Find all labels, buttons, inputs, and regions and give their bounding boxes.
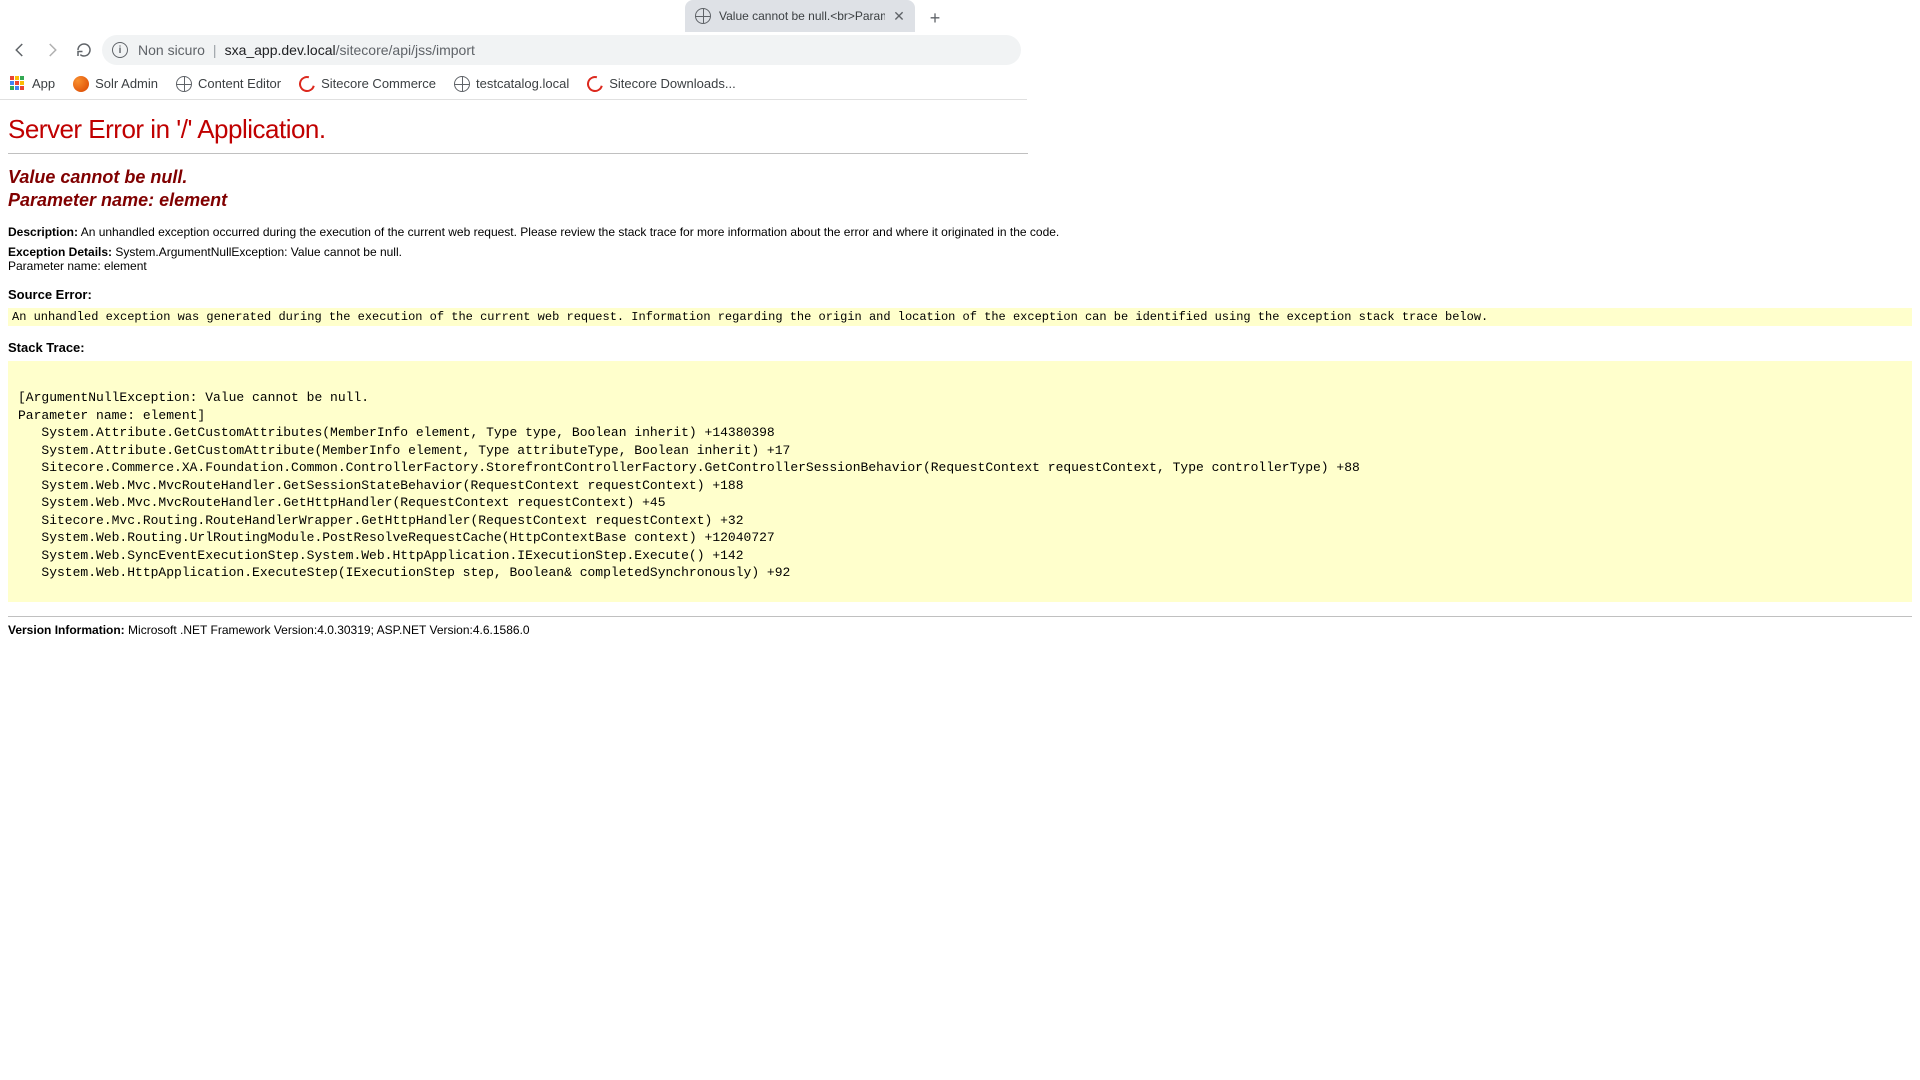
tab-title: Value cannot be null.<br>Parame [719, 9, 885, 23]
new-tab-button[interactable]: + [921, 4, 949, 32]
exception-label: Exception Details: [8, 245, 112, 259]
source-error-label: Source Error: [8, 287, 1912, 302]
toolbar: i Non sicuro | sxa_app.dev.local/sitecor… [0, 32, 1027, 68]
url-host: sxa_app.dev.local [225, 42, 336, 58]
stack-trace-label: Stack Trace: [8, 340, 1912, 355]
close-icon[interactable]: ✕ [891, 8, 907, 24]
bookmark-label: Sitecore Commerce [321, 76, 436, 91]
browser-chrome: Value cannot be null.<br>Parame ✕ + i No… [0, 0, 1027, 100]
bookmark-label: Solr Admin [95, 76, 158, 91]
address-bar[interactable]: i Non sicuro | sxa_app.dev.local/sitecor… [102, 35, 1021, 65]
reload-button[interactable] [70, 36, 98, 64]
back-button[interactable] [6, 36, 34, 64]
description-label: Description: [8, 225, 78, 239]
globe-icon [454, 76, 470, 92]
exception-text: System.ArgumentNullException: Value cann… [115, 245, 402, 259]
version-line: Version Information: Microsoft .NET Fram… [8, 623, 1912, 637]
bookmark-sitecore-downloads[interactable]: Sitecore Downloads... [587, 76, 735, 92]
bookmarks-bar: App Solr Admin Content Editor Sitecore C… [0, 68, 1027, 100]
info-icon: i [112, 42, 128, 58]
bookmark-sitecore-commerce[interactable]: Sitecore Commerce [299, 76, 436, 92]
bookmark-content-editor[interactable]: Content Editor [176, 76, 281, 92]
description-text: An unhandled exception occurred during t… [81, 225, 1060, 239]
solr-icon [73, 76, 89, 92]
stack-trace-box: [ArgumentNullException: Value cannot be … [8, 361, 1912, 602]
exception-param: Parameter name: element [8, 259, 147, 273]
version-label: Version Information: [8, 623, 125, 637]
bookmark-label: Content Editor [198, 76, 281, 91]
error-message-line2: Parameter name: element [8, 190, 227, 210]
sitecore-icon [296, 73, 318, 95]
divider [8, 616, 1912, 617]
tab-strip: Value cannot be null.<br>Parame ✕ + [0, 0, 1027, 32]
page-content: Server Error in '/' Application. Value c… [0, 100, 1920, 651]
exception-details-line: Exception Details: System.ArgumentNullEx… [8, 245, 1912, 273]
non-secure-label: Non sicuro [138, 42, 205, 58]
bookmark-label: App [32, 76, 55, 91]
description-line: Description: An unhandled exception occu… [8, 225, 1912, 239]
error-message: Value cannot be null. Parameter name: el… [8, 166, 1912, 211]
error-message-line1: Value cannot be null. [8, 167, 187, 187]
bookmark-solr[interactable]: Solr Admin [73, 76, 158, 92]
url-path: /sitecore/api/jss/import [336, 42, 475, 58]
apps-icon [10, 76, 26, 92]
sitecore-icon [584, 73, 606, 95]
forward-button[interactable] [38, 36, 66, 64]
globe-icon [695, 8, 711, 24]
bookmark-label: testcatalog.local [476, 76, 569, 91]
source-error-box: An unhandled exception was generated dur… [8, 308, 1912, 326]
bookmark-testcatalog[interactable]: testcatalog.local [454, 76, 569, 92]
divider [8, 153, 1028, 154]
bookmark-apps[interactable]: App [10, 76, 55, 92]
server-error-title: Server Error in '/' Application. [8, 114, 1912, 145]
active-tab[interactable]: Value cannot be null.<br>Parame ✕ [685, 0, 915, 32]
version-text: Microsoft .NET Framework Version:4.0.303… [128, 623, 530, 637]
bookmark-label: Sitecore Downloads... [609, 76, 735, 91]
globe-icon [176, 76, 192, 92]
